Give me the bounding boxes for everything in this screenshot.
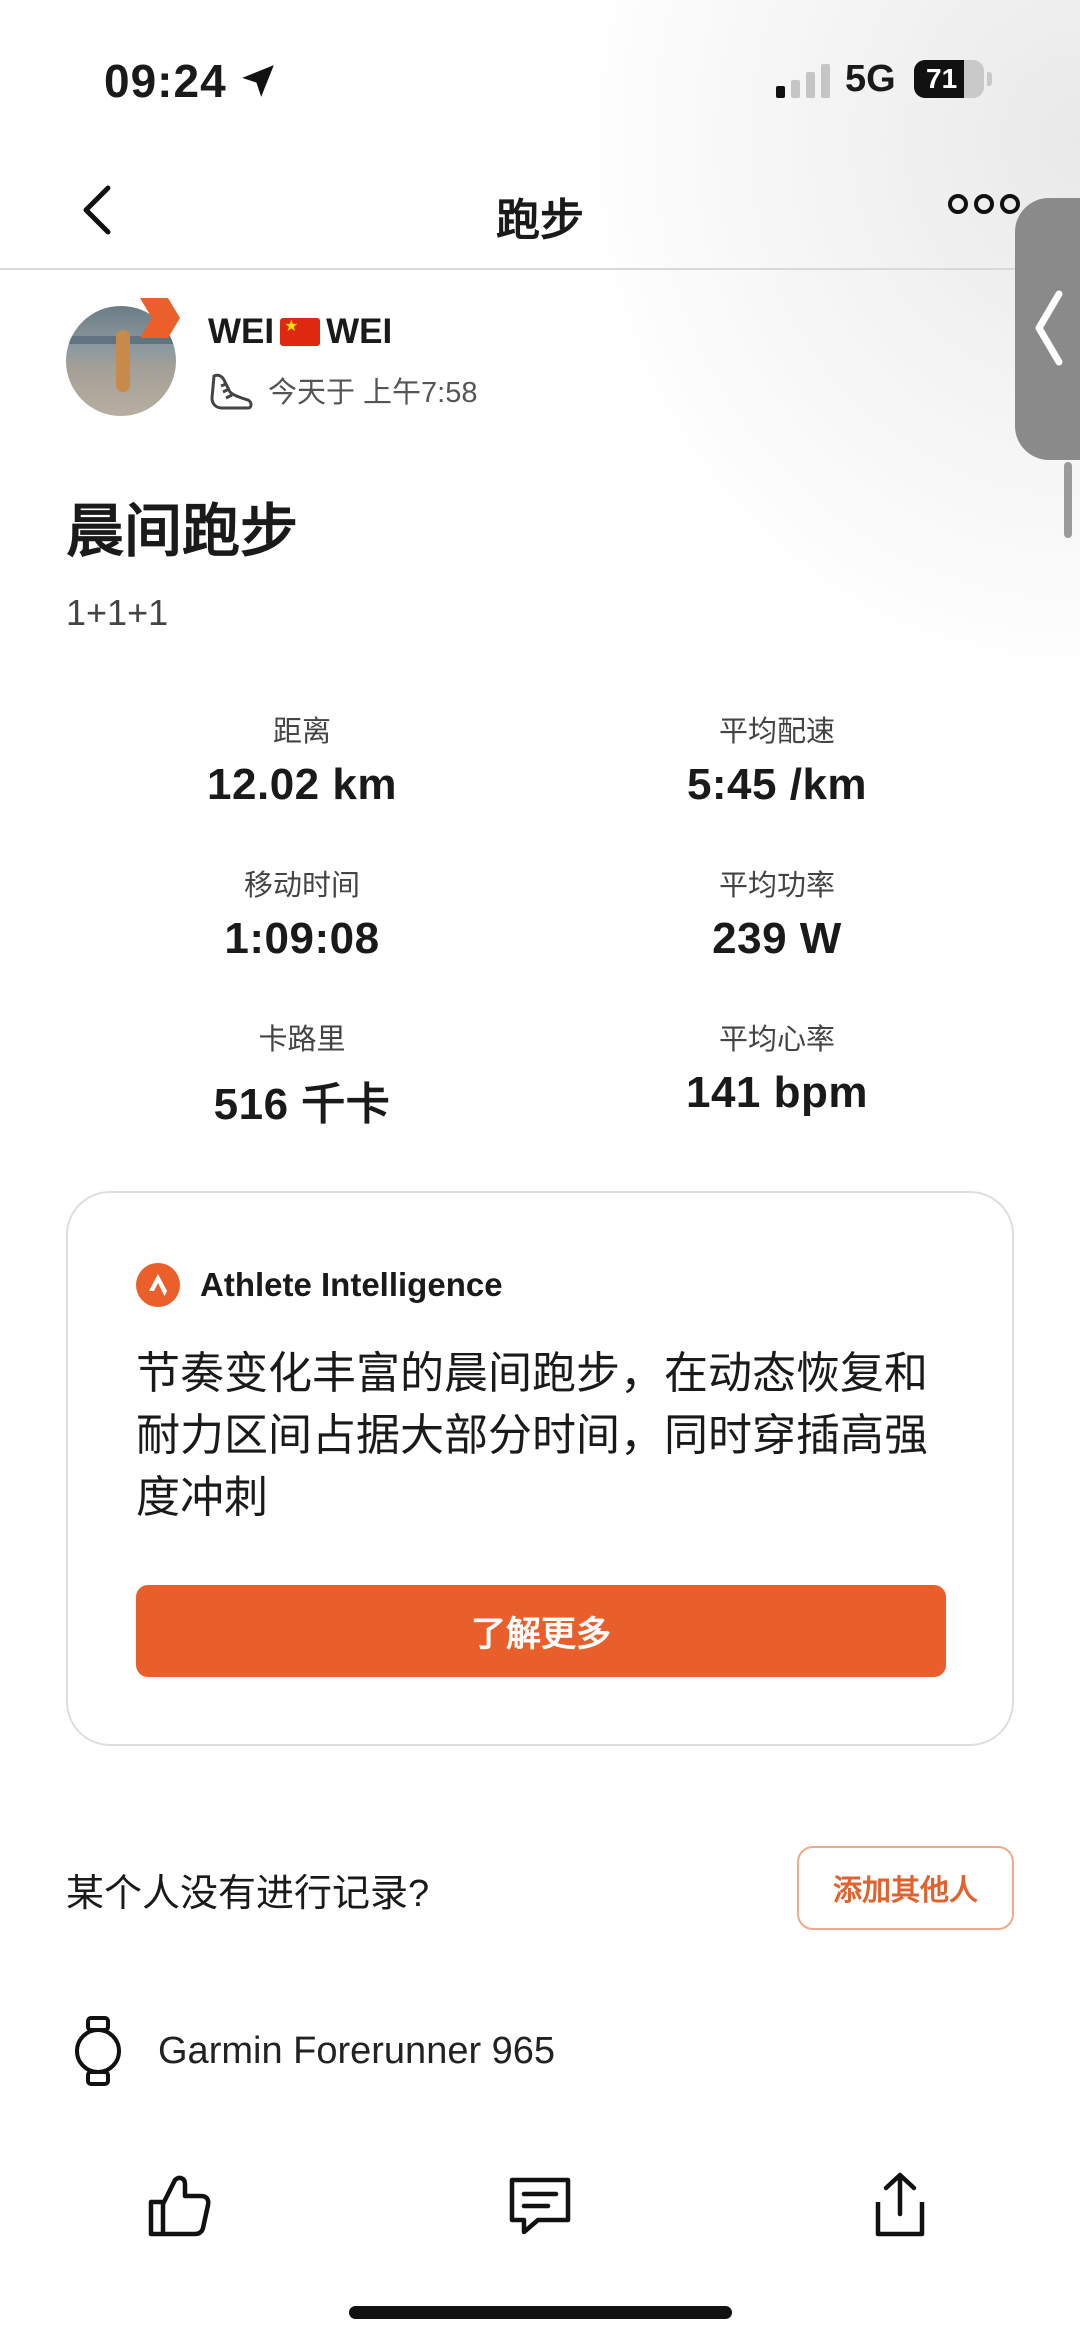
status-time: 09:24 [104,54,277,108]
stat-avg-pace: 平均配速 5:45 /km [686,716,868,809]
ai-card-title: Athlete Intelligence [200,1266,503,1303]
status-bar: 09:24 5G 71 [0,0,1080,150]
battery-tip [987,72,992,86]
battery-icon: 71 [914,60,984,98]
stat-calories: 卡路里 516 千卡 [213,1024,391,1129]
add-others-prompt: 某个人没有进行记录? [66,1873,430,1915]
side-panel-handle[interactable] [1015,198,1080,460]
activity-timestamp: 今天于 上午7:58 [268,377,478,409]
learn-more-button[interactable]: 了解更多 [136,1585,946,1677]
stat-moving-time: 移动时间 1:09:08 [224,870,380,963]
activity-description: 1+1+1 [66,592,169,633]
athlete-name[interactable]: WEI WEI [208,312,392,352]
shoe-icon [210,373,253,410]
location-arrow-icon [241,65,274,97]
stat-distance: 距离 12.02 km [207,716,397,809]
activity-meta: 今天于 上午7:58 [208,368,478,412]
signal-icon [776,62,830,98]
activity-title: 晨间跑步 [66,499,299,564]
ai-card-header: Athlete Intelligence [136,1263,503,1307]
page-title: 跑步 [496,196,584,245]
stat-avg-power: 平均功率 239 W [712,870,842,963]
share-icon[interactable] [864,2170,936,2242]
scroll-indicator [1064,462,1072,538]
more-button[interactable] [948,194,1020,214]
more-icon [948,194,968,214]
athlete-intelligence-card: Athlete Intelligence 节奏变化丰富的晨间跑步，在动态恢复和耐… [66,1191,1014,1746]
home-indicator [349,2306,732,2319]
device-row: Garmin Forerunner 965 [70,2016,555,2086]
nav-bar: 跑步 [0,150,1080,270]
strava-icon [136,1263,180,1307]
china-flag-icon [280,316,321,346]
device-name: Garmin Forerunner 965 [158,2029,556,2072]
network-label: 5G [845,58,896,100]
add-others-button[interactable]: 添加其他人 [797,1846,1014,1930]
stat-avg-heart-rate: 平均心率 141 bpm [685,1024,868,1117]
chevron-left-icon [1035,290,1063,366]
strava-icon [140,298,180,338]
action-bar [0,2170,1080,2260]
ai-summary: 节奏变化丰富的晨间跑步，在动态恢复和耐力区间占据大部分时间，同时穿插高强度冲刺 [136,1349,928,1522]
battery-level: 71 [926,63,958,94]
comment-icon[interactable] [504,2170,576,2242]
like-icon[interactable] [143,2170,215,2242]
watch-icon [75,2016,121,2086]
